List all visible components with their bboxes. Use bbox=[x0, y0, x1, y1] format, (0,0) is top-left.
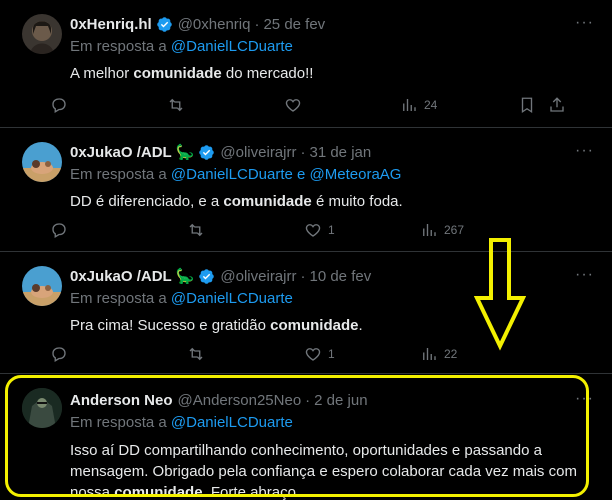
post-date[interactable]: 31 de jan bbox=[309, 144, 371, 161]
post-text: A melhor comunidade do mercado!! bbox=[70, 64, 594, 84]
like-button[interactable]: 1 bbox=[304, 221, 335, 239]
share-icon bbox=[550, 97, 564, 112]
post-4[interactable]: Anderson Neo @Anderson25Neo · 2 de jun ·… bbox=[0, 374, 612, 500]
mention-link[interactable]: @DanielLCDuarte bbox=[171, 414, 293, 431]
reply-prefix: Em resposta a bbox=[70, 414, 167, 431]
post-text-bold: comunidade bbox=[270, 317, 359, 334]
post-date[interactable]: 10 de fev bbox=[309, 268, 371, 285]
verified-badge-icon bbox=[156, 16, 172, 32]
post-text-bold: comunidade bbox=[223, 193, 312, 210]
display-name[interactable]: 0xJukaO /ADL bbox=[70, 268, 172, 285]
mention-link[interactable]: @DanielLCDuarte bbox=[171, 38, 293, 55]
user-handle[interactable]: @oliveirajrr bbox=[220, 144, 296, 161]
mention-joiner: e bbox=[297, 166, 306, 183]
post-date[interactable]: 25 de fev bbox=[263, 16, 325, 33]
dinosaur-emoji: 🦕 bbox=[175, 144, 195, 161]
post-text: Isso aí DD compartilhando conhecimento, … bbox=[70, 440, 594, 500]
like-count: 1 bbox=[328, 347, 335, 361]
user-handle[interactable]: @Anderson25Neo bbox=[178, 392, 302, 409]
reply-icon bbox=[52, 223, 66, 238]
views-chart-icon bbox=[423, 348, 436, 360]
reply-prefix: Em resposta a bbox=[70, 38, 167, 55]
more-options-icon[interactable]: ··· bbox=[575, 142, 594, 160]
like-count: 1 bbox=[328, 223, 335, 237]
display-name[interactable]: 0xJukaO /ADL bbox=[70, 144, 172, 161]
heart-icon bbox=[285, 99, 301, 112]
action-bar: 24 bbox=[0, 95, 612, 115]
more-options-icon[interactable]: ··· bbox=[575, 266, 594, 284]
verified-badge-icon bbox=[199, 144, 215, 160]
views-button[interactable]: 267 bbox=[420, 221, 464, 239]
verified-badge-icon bbox=[199, 268, 215, 284]
reply-prefix: Em resposta a bbox=[70, 290, 167, 307]
heart-icon bbox=[305, 224, 321, 237]
mention-link[interactable]: @MeteoraAG bbox=[310, 166, 402, 183]
user-handle[interactable]: @oliveirajrr bbox=[220, 268, 296, 285]
reply-icon bbox=[52, 98, 66, 113]
reply-button[interactable] bbox=[50, 345, 74, 363]
avatar[interactable] bbox=[22, 14, 62, 54]
heart-icon bbox=[305, 348, 321, 361]
repost-icon bbox=[169, 98, 183, 112]
reply-context: Em resposta a @DanielLCDuarte bbox=[70, 414, 594, 434]
reply-context: Em resposta a @DanielLCDuarte e @Meteora… bbox=[70, 166, 594, 186]
post-text-after: é muito foda. bbox=[311, 193, 403, 210]
separator-dot: · bbox=[305, 391, 311, 409]
post-text-bold: comunidade bbox=[114, 484, 203, 500]
bookmark-button[interactable] bbox=[518, 96, 536, 114]
repost-icon bbox=[189, 347, 203, 361]
views-chart-icon bbox=[423, 224, 436, 236]
like-button[interactable]: 1 bbox=[304, 345, 335, 363]
post-text-before: A melhor bbox=[70, 65, 134, 82]
avatar[interactable] bbox=[22, 266, 62, 306]
share-button[interactable] bbox=[548, 96, 566, 114]
post-header: Anderson Neo @Anderson25Neo · 2 de jun bbox=[70, 390, 594, 410]
more-options-icon[interactable]: ··· bbox=[575, 14, 594, 32]
post-text-after: . Forte abraço. bbox=[202, 484, 301, 500]
bookmark-icon bbox=[521, 97, 533, 114]
separator-dot: · bbox=[300, 267, 306, 285]
post-text-after: . bbox=[358, 317, 363, 334]
views-button[interactable]: 22 bbox=[420, 345, 457, 363]
repost-icon bbox=[189, 223, 203, 237]
post-text: DD é diferenciado, e a comunidade é muit… bbox=[70, 192, 594, 212]
mention-link[interactable]: @DanielLCDuarte bbox=[171, 290, 293, 307]
reply-prefix: Em resposta a bbox=[70, 166, 167, 183]
views-chart-icon bbox=[403, 99, 416, 111]
repost-button[interactable] bbox=[167, 96, 191, 114]
reply-button[interactable] bbox=[50, 221, 74, 239]
post-header: 0xHenriq.hl @0xhenriq · 25 de fev bbox=[70, 14, 594, 34]
display-name[interactable]: 0xHenriq.hl bbox=[70, 16, 152, 33]
post-header: 0xJukaO /ADL 🦕 @oliveirajrr · 31 de jan bbox=[70, 142, 594, 162]
post-2[interactable]: 0xJukaO /ADL 🦕 @oliveirajrr · 31 de jan … bbox=[0, 128, 612, 252]
reply-icon bbox=[52, 347, 66, 362]
like-button[interactable] bbox=[284, 96, 308, 114]
views-count: 267 bbox=[444, 223, 465, 237]
dinosaur-emoji: 🦕 bbox=[175, 268, 195, 285]
user-handle[interactable]: @0xhenriq bbox=[178, 16, 251, 33]
more-options-icon[interactable]: ··· bbox=[575, 390, 594, 408]
mention-link[interactable]: @DanielLCDuarte bbox=[171, 166, 293, 183]
views-count: 22 bbox=[444, 347, 458, 361]
post-text-before: Pra cima! Sucesso e gratidão bbox=[70, 317, 271, 334]
views-button[interactable]: 24 bbox=[400, 96, 437, 114]
views-count: 24 bbox=[424, 98, 438, 112]
avatar[interactable] bbox=[22, 388, 62, 428]
post-date[interactable]: 2 de jun bbox=[314, 392, 367, 409]
reply-button[interactable] bbox=[50, 96, 74, 114]
post-text-after: do mercado!! bbox=[221, 65, 314, 82]
post-text-bold: comunidade bbox=[133, 65, 222, 82]
reply-context: Em resposta a @DanielLCDuarte bbox=[70, 38, 594, 58]
separator-dot: · bbox=[300, 143, 306, 161]
separator-dot: · bbox=[254, 15, 260, 33]
repost-button[interactable] bbox=[187, 345, 211, 363]
post-1[interactable]: 0xHenriq.hl @0xhenriq · 25 de fev ··· Em… bbox=[0, 0, 612, 128]
down-arrow-annotation-icon bbox=[474, 238, 526, 351]
display-name[interactable]: Anderson Neo bbox=[70, 392, 173, 409]
avatar[interactable] bbox=[22, 142, 62, 182]
post-text-before: DD é diferenciado, e a bbox=[70, 193, 224, 210]
repost-button[interactable] bbox=[187, 221, 211, 239]
